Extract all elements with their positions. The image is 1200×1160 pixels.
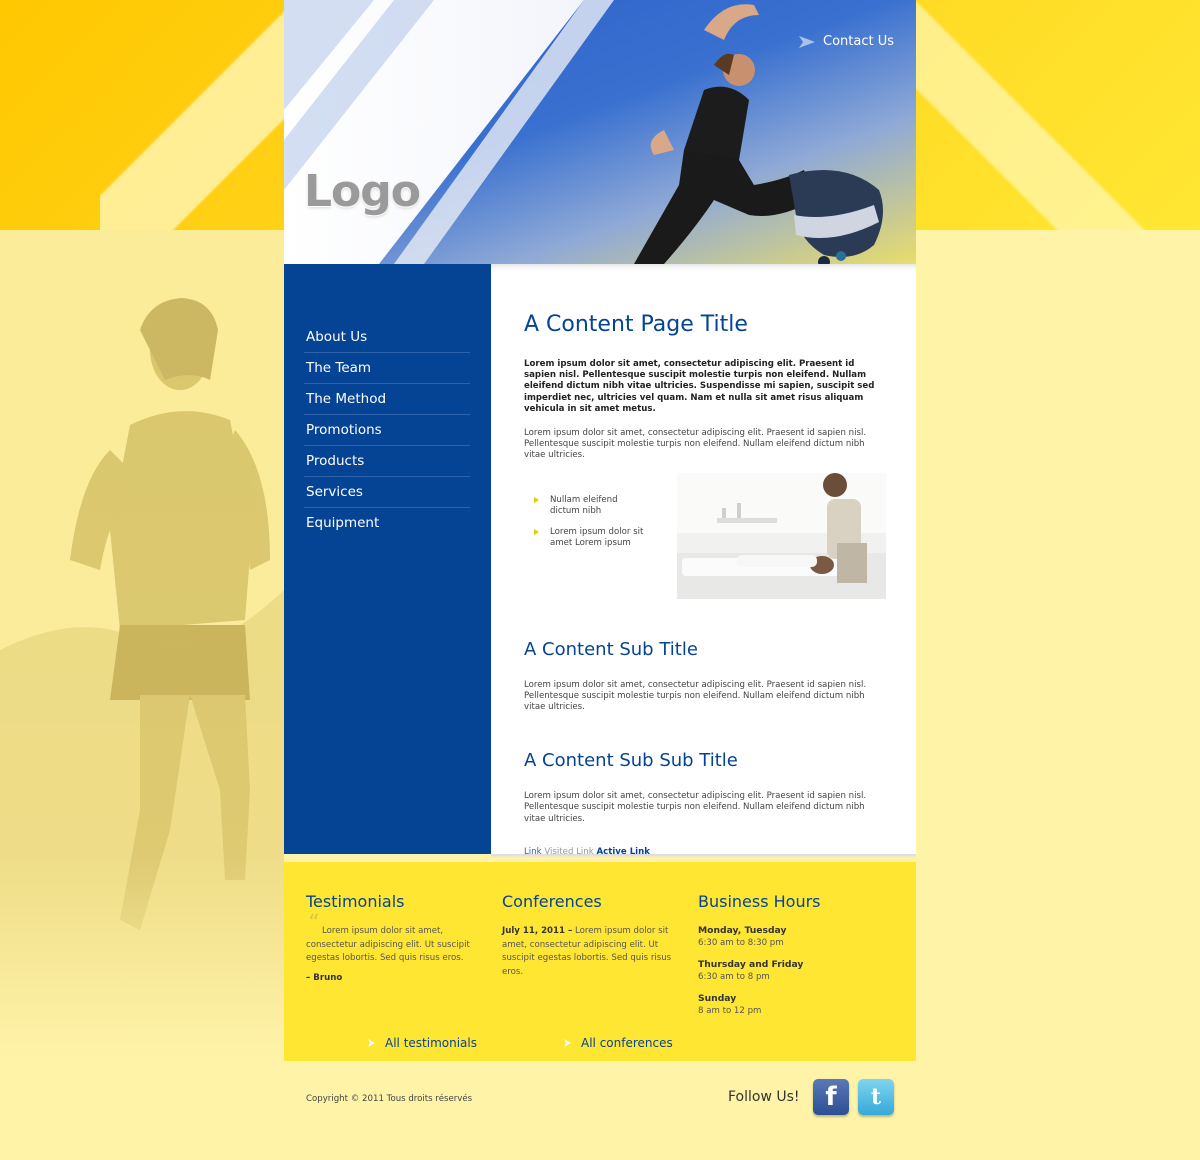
- main-content: A Content Page Title Lorem ipsum dolor s…: [491, 264, 916, 858]
- nav-item-products[interactable]: Products: [304, 446, 470, 477]
- hours-value: 6:30 am to 8 pm: [698, 972, 770, 982]
- testimonial: “ Lorem ipsum dolor sit amet, consectetu…: [306, 913, 484, 985]
- bullet-arrow-icon: [534, 528, 539, 535]
- therapy-photo: [677, 472, 886, 599]
- testimonial-text: Lorem ipsum dolor sit amet, consectetur …: [306, 926, 470, 963]
- facebook-icon[interactable]: f: [813, 1079, 849, 1115]
- sidebar-nav: About Us The Team The Method Promotions …: [284, 264, 491, 854]
- logo[interactable]: Logo: [304, 166, 421, 217]
- decorative-stripe: [100, 0, 300, 230]
- decorative-stripe: [916, 0, 1200, 230]
- content-sub-title: A Content Sub Title: [524, 638, 698, 660]
- hours-label: Sunday: [698, 993, 737, 1004]
- testimonials-section: Testimonials “ Lorem ipsum dolor sit ame…: [306, 892, 502, 1061]
- nav-item-equipment[interactable]: Equipment: [304, 508, 470, 538]
- business-hours-section: Business Hours Monday, Tuesday 6:30 am t…: [698, 892, 894, 1061]
- contact-us-link[interactable]: Contact Us: [799, 34, 894, 49]
- nav-item-promotions[interactable]: Promotions: [304, 415, 470, 446]
- page-title: A Content Page Title: [524, 312, 748, 337]
- hours-value: 8 am to 12 pm: [698, 1006, 762, 1016]
- main-area: About Us The Team The Method Promotions …: [284, 264, 916, 858]
- quote-icon: “: [308, 911, 320, 936]
- bullet-text: Lorem ipsum dolor sit amet Lorem ipsum: [550, 526, 644, 549]
- content-shadow: [491, 854, 916, 858]
- hours-label: Monday, Tuesday: [698, 925, 787, 936]
- list-item: Nullam eleifend dictum nibh: [524, 495, 649, 518]
- hours-label: Thursday and Friday: [698, 959, 804, 970]
- hours-value: 6:30 am to 8:30 pm: [698, 938, 784, 948]
- twitter-icon[interactable]: t: [858, 1079, 894, 1115]
- nav-item-about-us[interactable]: About Us: [304, 322, 470, 353]
- all-testimonials-link[interactable]: All testimonials: [368, 1036, 477, 1050]
- business-hours-title: Business Hours: [698, 892, 821, 911]
- content-sub-sub-title: A Content Sub Sub Title: [524, 750, 738, 772]
- conferences-title: Conferences: [502, 892, 602, 911]
- arrow-right-icon: [799, 35, 815, 48]
- bullet-arrow-icon: [534, 496, 539, 503]
- bullet-text: Nullam eleifend dictum nibh: [550, 494, 618, 517]
- site-header: Logo Contact Us: [284, 0, 916, 264]
- lead-paragraph: Lorem ipsum dolor sit amet, consectetur …: [524, 359, 875, 414]
- sub-sub-paragraph: Lorem ipsum dolor sit amet, consectetur …: [524, 791, 867, 824]
- bullet-list: Nullam eleifend dictum nibh Lorem ipsum …: [524, 473, 677, 599]
- testimonials-title: Testimonials: [306, 892, 405, 911]
- follow-us-label: Follow Us!: [728, 1089, 800, 1105]
- runner-background-image: [0, 230, 284, 1060]
- sub-paragraph: Lorem ipsum dolor sit amet, consectetur …: [524, 679, 867, 713]
- list-item: Lorem ipsum dolor sit amet Lorem ipsum: [524, 527, 649, 550]
- media-row: Nullam eleifend dictum nibh Lorem ipsum …: [524, 472, 886, 599]
- all-conferences-label: All conferences: [581, 1036, 673, 1050]
- conference-date: July 11, 2011 –: [502, 926, 573, 936]
- copyright: Copyright © 2011 Tous droits réservés: [306, 1094, 473, 1104]
- nav-item-the-method[interactable]: The Method: [304, 384, 470, 415]
- nav-item-services[interactable]: Services: [304, 477, 470, 508]
- intro-paragraph: Lorem ipsum dolor sit amet, consectetur …: [524, 428, 867, 461]
- site-container: Logo Contact Us About Us The Team The Me…: [284, 0, 916, 858]
- arrow-right-icon: [368, 1039, 375, 1047]
- testimonial-author: – Bruno: [306, 972, 343, 983]
- all-testimonials-label: All testimonials: [385, 1036, 477, 1050]
- contact-us-label: Contact Us: [823, 34, 894, 49]
- all-conferences-link[interactable]: All conferences: [564, 1036, 673, 1050]
- arrow-right-icon: [564, 1039, 571, 1047]
- conference-item: July 11, 2011 – Lorem ipsum dolor sit am…: [502, 925, 680, 979]
- info-band: Testimonials “ Lorem ipsum dolor sit ame…: [284, 862, 916, 1061]
- conferences-section: Conferences July 11, 2011 – Lorem ipsum …: [502, 892, 698, 1061]
- nav-item-the-team[interactable]: The Team: [304, 353, 470, 384]
